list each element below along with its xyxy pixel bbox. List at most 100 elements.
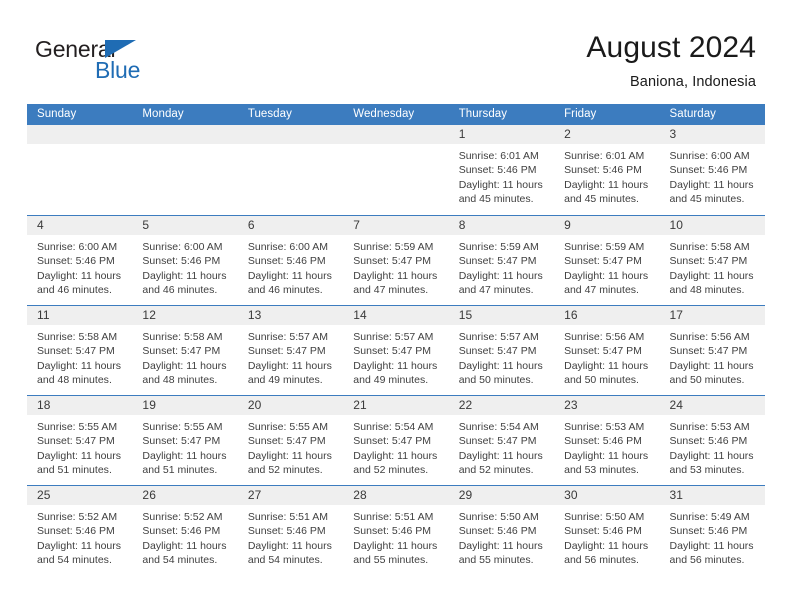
calendar-week-row: 11 Sunrise: 5:58 AM Sunset: 5:47 PM Dayligh… <box>27 305 765 395</box>
calendar-day-cell[interactable]: 15 Sunrise: 5:57 AM Sunset: 5:47 PM Dayligh… <box>448 306 555 395</box>
calendar-day-cell[interactable]: 30 Sunrise: 5:50 AM Sunset: 5:46 PM Dayligh… <box>554 486 660 575</box>
sunrise-time: Sunrise: 5:54 AM <box>458 421 539 433</box>
calendar-day-cell[interactable]: 13 Sunrise: 5:57 AM Sunset: 5:47 PM Dayligh… <box>237 306 344 395</box>
day-sun-info: Sunrise: 5:57 AM Sunset: 5:47 PM Daylight:… <box>343 325 448 388</box>
day-sun-info: Sunrise: 6:00 AM Sunset: 5:46 PM Daylight:… <box>132 235 237 298</box>
daylight-duration-line2: and 45 minutes. <box>458 193 534 206</box>
day-sun-info: Sunrise: 5:53 AM Sunset: 5:46 PM Daylight:… <box>554 415 659 478</box>
daylight-duration-line2: and 53 minutes. <box>564 464 639 477</box>
day-number <box>27 125 133 144</box>
calendar-day-cell[interactable]: 6 Sunrise: 6:00 AM Sunset: 5:46 PM Daylight… <box>237 216 344 305</box>
daylight-duration-line2: and 46 minutes. <box>142 284 218 297</box>
day-number: 4 <box>27 216 133 235</box>
day-sun-info: Sunrise: 5:58 AM Sunset: 5:47 PM Daylight:… <box>27 325 132 388</box>
weekday-header-friday: Friday <box>564 108 597 120</box>
daylight-duration-line1: Daylight: 11 hours <box>458 539 543 552</box>
weekday-header-row: Sunday Monday Tuesday Wednesday Thursday… <box>27 104 765 125</box>
calendar-day-cell[interactable]: 28 Sunrise: 5:51 AM Sunset: 5:46 PM Dayligh… <box>343 486 449 575</box>
daylight-duration-line2: and 45 minutes. <box>564 193 639 206</box>
daylight-duration-line1: Daylight: 11 hours <box>247 359 332 372</box>
daylight-duration-line2: and 46 minutes. <box>37 284 112 297</box>
calendar-day-cell[interactable]: 2 Sunrise: 6:01 AM Sunset: 5:46 PM Daylight… <box>554 125 660 215</box>
sunset-time: Sunset: 5:46 PM <box>353 525 432 538</box>
calendar-day-cell[interactable]: 20 Sunrise: 5:55 AM Sunset: 5:47 PM Dayligh… <box>237 396 344 485</box>
calendar-day-cell[interactable]: 29 Sunrise: 5:50 AM Sunset: 5:46 PM Dayligh… <box>448 486 555 575</box>
calendar-day-cell[interactable]: 9 Sunrise: 5:59 AM Sunset: 5:47 PM Daylight… <box>554 216 660 305</box>
calendar-day-cell[interactable]: 22 Sunrise: 5:54 AM Sunset: 5:47 PM Dayligh… <box>448 396 555 485</box>
day-sun-info: Sunrise: 5:56 AM Sunset: 5:47 PM Daylight:… <box>554 325 659 388</box>
daylight-duration-line1: Daylight: 11 hours <box>458 178 543 191</box>
calendar-day-cell[interactable]: 1 Sunrise: 6:01 AM Sunset: 5:46 PM Daylight… <box>448 125 555 215</box>
calendar-day-cell[interactable]: 17 Sunrise: 5:56 AM Sunset: 5:47 PM Dayligh… <box>659 306 765 395</box>
daylight-duration-line2: and 50 minutes. <box>458 374 534 387</box>
day-sun-info: Sunrise: 5:50 AM Sunset: 5:46 PM Daylight:… <box>554 505 659 568</box>
daylight-duration-line1: Daylight: 11 hours <box>564 539 649 552</box>
sunrise-time: Sunrise: 6:00 AM <box>142 241 223 253</box>
sunrise-time: Sunrise: 5:51 AM <box>247 511 328 523</box>
daylight-duration-line1: Daylight: 11 hours <box>564 449 649 462</box>
daylight-duration-line2: and 49 minutes. <box>247 374 323 387</box>
calendar-day-cell[interactable]: 19 Sunrise: 5:55 AM Sunset: 5:47 PM Dayligh… <box>132 396 238 485</box>
page-title: August 2024 <box>586 31 756 64</box>
day-sun-info: Sunrise: 5:58 AM Sunset: 5:47 PM Daylight:… <box>660 235 765 298</box>
sunset-time: Sunset: 5:46 PM <box>669 525 748 538</box>
day-number: 24 <box>659 396 765 415</box>
day-sun-info: Sunrise: 5:59 AM Sunset: 5:47 PM Daylight:… <box>554 235 659 298</box>
calendar-day-cell[interactable]: 5 Sunrise: 6:00 AM Sunset: 5:46 PM Daylight… <box>132 216 238 305</box>
daylight-duration-line2: and 54 minutes. <box>37 554 112 567</box>
day-sun-info: Sunrise: 5:55 AM Sunset: 5:47 PM Daylight:… <box>132 415 237 478</box>
sunrise-time: Sunrise: 5:52 AM <box>37 511 118 523</box>
sunrise-time: Sunrise: 5:53 AM <box>564 421 645 433</box>
calendar-day-cell[interactable]: 4 Sunrise: 6:00 AM Sunset: 5:46 PM Daylight… <box>27 216 133 305</box>
sunset-time: Sunset: 5:47 PM <box>458 345 537 358</box>
blue-triangle-icon <box>105 40 136 58</box>
daylight-duration-line1: Daylight: 11 hours <box>669 539 754 552</box>
daylight-duration-line1: Daylight: 11 hours <box>669 359 754 372</box>
calendar-day-cell[interactable]: 25 Sunrise: 5:52 AM Sunset: 5:46 PM Dayligh… <box>27 486 133 575</box>
calendar-day-cell[interactable]: 12 Sunrise: 5:58 AM Sunset: 5:47 PM Dayligh… <box>132 306 238 395</box>
day-number <box>343 125 449 144</box>
daylight-duration-line1: Daylight: 11 hours <box>458 359 543 372</box>
calendar-day-cell[interactable]: 7 Sunrise: 5:59 AM Sunset: 5:47 PM Daylight… <box>343 216 449 305</box>
daylight-duration-line1: Daylight: 11 hours <box>142 359 227 372</box>
daylight-duration-line1: Daylight: 11 hours <box>247 269 332 282</box>
daylight-duration-line2: and 56 minutes. <box>564 554 639 567</box>
day-sun-info: Sunrise: 6:00 AM Sunset: 5:46 PM Daylight:… <box>238 235 343 298</box>
calendar-day-cell[interactable]: 26 Sunrise: 5:52 AM Sunset: 5:46 PM Dayligh… <box>132 486 238 575</box>
day-sun-info: Sunrise: 5:49 AM Sunset: 5:46 PM Daylight:… <box>660 505 765 568</box>
calendar-day-cell[interactable]: 27 Sunrise: 5:51 AM Sunset: 5:46 PM Dayligh… <box>237 486 344 575</box>
sunrise-time: Sunrise: 5:57 AM <box>458 331 539 343</box>
sunset-time: Sunset: 5:46 PM <box>247 255 326 268</box>
sunset-time: Sunset: 5:47 PM <box>669 345 748 358</box>
daylight-duration-line1: Daylight: 11 hours <box>669 178 754 191</box>
daylight-duration-line2: and 47 minutes. <box>458 284 534 297</box>
calendar-day-cell[interactable]: 31 Sunrise: 5:49 AM Sunset: 5:46 PM Dayligh… <box>659 486 765 575</box>
calendar-day-cell[interactable]: 24 Sunrise: 5:53 AM Sunset: 5:46 PM Dayligh… <box>659 396 765 485</box>
title-block: August 2024 Baniona, Indonesia <box>586 30 756 92</box>
day-number <box>132 125 238 144</box>
calendar-weeks: 1 Sunrise: 6:01 AM Sunset: 5:46 PM Daylight… <box>27 125 765 575</box>
calendar-day-cell[interactable]: 21 Sunrise: 5:54 AM Sunset: 5:47 PM Dayligh… <box>343 396 449 485</box>
day-sun-info: Sunrise: 5:54 AM Sunset: 5:47 PM Daylight:… <box>343 415 448 478</box>
calendar-day-cell[interactable]: 16 Sunrise: 5:56 AM Sunset: 5:47 PM Dayligh… <box>554 306 660 395</box>
calendar-grid: Sunday Monday Tuesday Wednesday Thursday… <box>27 104 765 575</box>
general-blue-logo[interactable]: General Blue <box>35 36 265 86</box>
calendar-day-cell[interactable]: 18 Sunrise: 5:55 AM Sunset: 5:47 PM Dayligh… <box>27 396 133 485</box>
day-number: 18 <box>27 396 133 415</box>
calendar-day-cell[interactable]: 23 Sunrise: 5:53 AM Sunset: 5:46 PM Dayligh… <box>554 396 660 485</box>
sunset-time: Sunset: 5:46 PM <box>142 525 221 538</box>
day-number: 10 <box>659 216 765 235</box>
day-number: 16 <box>554 306 660 325</box>
calendar-day-cell[interactable]: 11 Sunrise: 5:58 AM Sunset: 5:47 PM Dayligh… <box>27 306 133 395</box>
sunrise-time: Sunrise: 5:57 AM <box>247 331 328 343</box>
weekday-header-thursday: Thursday <box>458 108 508 120</box>
daylight-duration-line2: and 52 minutes. <box>353 464 429 477</box>
calendar-day-cell[interactable]: 14 Sunrise: 5:57 AM Sunset: 5:47 PM Dayligh… <box>343 306 449 395</box>
calendar-day-cell[interactable]: 3 Sunrise: 6:00 AM Sunset: 5:46 PM Daylight… <box>659 125 765 215</box>
daylight-duration-line1: Daylight: 11 hours <box>669 449 754 462</box>
sunrise-time: Sunrise: 5:55 AM <box>142 421 223 433</box>
calendar-day-cell[interactable]: 10 Sunrise: 5:58 AM Sunset: 5:47 PM Dayligh… <box>659 216 765 305</box>
sunrise-time: Sunrise: 5:49 AM <box>669 511 750 523</box>
sunset-time: Sunset: 5:47 PM <box>564 255 642 268</box>
calendar-day-cell[interactable]: 8 Sunrise: 5:59 AM Sunset: 5:47 PM Daylight… <box>448 216 555 305</box>
